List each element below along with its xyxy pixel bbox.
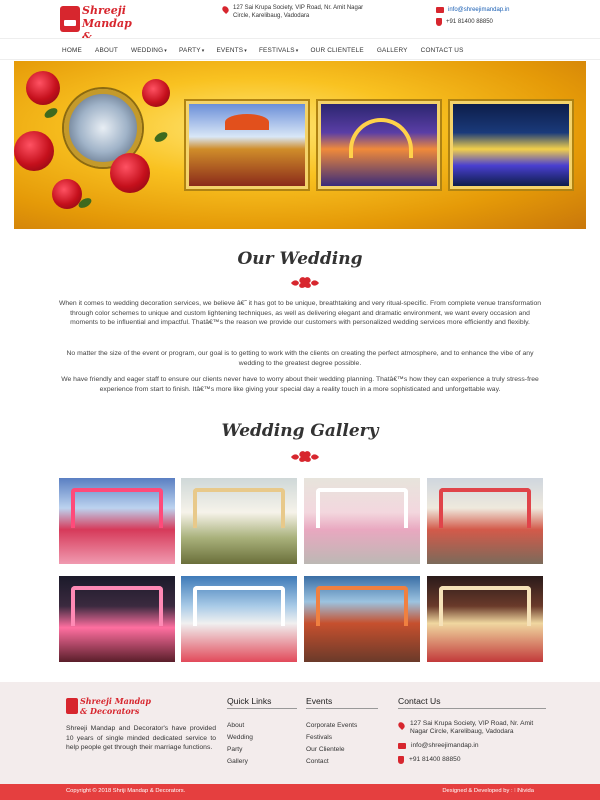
section-title-our-wedding: Our Wedding [237, 249, 363, 269]
footer-logo-emblem-icon [66, 698, 78, 714]
header-email-link[interactable]: info@shreejimandap.in [448, 6, 509, 14]
leaf-decoration [152, 130, 170, 144]
rose-decoration [142, 79, 170, 107]
site-logo[interactable]: Shreeji Mandap & Decorators [60, 4, 160, 56]
leaf-decoration [42, 106, 60, 120]
header: Shreeji Mandap & Decorators 127 Sai Krup… [0, 0, 600, 56]
ornament-icon [291, 277, 319, 288]
footer-address: 127 Sai Krupa Society, VIP Road, Nr. Ami… [410, 720, 534, 735]
footer-logo[interactable]: Shreeji Mandap & Decorators [80, 696, 151, 716]
gallery-image-8[interactable] [427, 576, 543, 662]
footer-link-corporate-events[interactable]: Corporate Events [306, 720, 357, 732]
nav-item-party[interactable]: PARTY▾ [179, 47, 204, 54]
footer-phone[interactable]: +91 81400 88850 [409, 756, 461, 764]
gallery-image-3[interactable] [304, 478, 420, 564]
rose-decoration [110, 153, 150, 193]
hero-banner [14, 61, 586, 229]
nav-item-about[interactable]: ABOUT [95, 47, 119, 54]
main-nav: HOME ABOUT WEDDING▾ PARTY▾ EVENTS▾ FESTI… [0, 38, 600, 60]
footer-contact: 127 Sai Krupa Society, VIP Road, Nr. Ami… [396, 720, 548, 770]
divider [306, 708, 378, 709]
chevron-down-icon: ▾ [201, 47, 205, 54]
footer-link-contact[interactable]: Contact [306, 756, 357, 768]
divider [398, 708, 546, 709]
rose-decoration [14, 131, 54, 171]
footer-link-party[interactable]: Party [227, 744, 253, 756]
gallery-image-6[interactable] [181, 576, 297, 662]
chevron-down-icon: ▾ [295, 47, 299, 54]
chevron-down-icon: ▾ [244, 47, 247, 54]
mail-icon [436, 7, 444, 13]
developer-credit-link[interactable]: Designed & Developed by : ∷Nivida [442, 788, 534, 794]
footer-link-gallery[interactable]: Gallery [227, 756, 253, 768]
footer-link-about[interactable]: About [227, 720, 253, 732]
events-heading: Events [306, 696, 333, 706]
logo-name-line1: Shreeji Mandap [82, 4, 132, 30]
banner-photo-2 [318, 101, 440, 189]
header-phone[interactable]: +91 81400 88850 [446, 18, 493, 26]
gallery-image-5[interactable] [59, 576, 175, 662]
gallery-image-4[interactable] [427, 478, 543, 564]
copyright-text: Copyright © 2018 Shriji Mandap & Decorat… [66, 788, 186, 794]
nav-item-festivals[interactable]: FESTIVALS▾ [259, 47, 299, 54]
quick-links-list: About Wedding Party Gallery [227, 720, 253, 768]
nav-item-wedding[interactable]: WEDDING▾ [131, 47, 167, 54]
banner-photo-3 [450, 101, 572, 189]
quick-links-heading: Quick Links [227, 696, 272, 706]
phone-icon [436, 18, 442, 26]
divider [227, 708, 297, 709]
map-pin-icon [396, 720, 407, 731]
contact-us-heading: Contact Us [398, 696, 441, 706]
footer-link-wedding[interactable]: Wedding [227, 732, 253, 744]
header-address-text: 127 Sai Krupa Society, VIP Road, Nr. Ami… [233, 5, 364, 19]
wedding-paragraph-2: No matter the size of the event or progr… [66, 350, 534, 367]
gallery-image-7[interactable] [304, 576, 420, 662]
ornament-icon [291, 451, 319, 462]
gallery-image-2[interactable] [181, 478, 297, 564]
footer-email-link[interactable]: info@shreejimandap.in [411, 742, 479, 750]
nav-item-our-clientele[interactable]: OUR CLIENTELE [310, 47, 364, 54]
nav-item-events[interactable]: EVENTS▾ [216, 47, 247, 54]
chevron-down-icon: ▾ [164, 47, 168, 54]
gallery-image-1[interactable] [59, 478, 175, 564]
mail-icon [398, 743, 406, 749]
section-title-wedding-gallery: Wedding Gallery [221, 421, 379, 441]
site-footer: Shreeji Mandap & Decorators Shreeji Mand… [0, 682, 600, 784]
footer-link-our-clientele[interactable]: Our Clientele [306, 744, 357, 756]
rose-decoration [26, 71, 60, 105]
banner-photo-1 [186, 101, 308, 189]
header-contact: info@shreejimandap.in +91 81400 88850 [436, 4, 509, 28]
wedding-paragraph-1: When it comes to wedding decoration serv… [58, 300, 542, 327]
nav-item-home[interactable]: HOME [62, 47, 83, 54]
phone-icon [398, 756, 404, 764]
map-pin-icon [220, 4, 231, 15]
logo-emblem-icon [60, 6, 80, 32]
footer-about-text: Shreeji Mandap and Decorator's have prov… [66, 725, 216, 752]
events-list: Corporate Events Festivals Our Clientele… [306, 720, 357, 768]
footer-link-festivals[interactable]: Festivals [306, 732, 357, 744]
header-address: 127 Sai Krupa Society, VIP Road, Nr. Ami… [220, 4, 372, 20]
wedding-paragraph-3: We have friendly and eager staff to ensu… [61, 376, 539, 393]
nav-item-gallery[interactable]: GALLERY [377, 47, 409, 54]
bottom-bar: Copyright © 2018 Shriji Mandap & Decorat… [0, 784, 600, 800]
nav-item-contact-us[interactable]: CONTACT US [421, 47, 465, 54]
